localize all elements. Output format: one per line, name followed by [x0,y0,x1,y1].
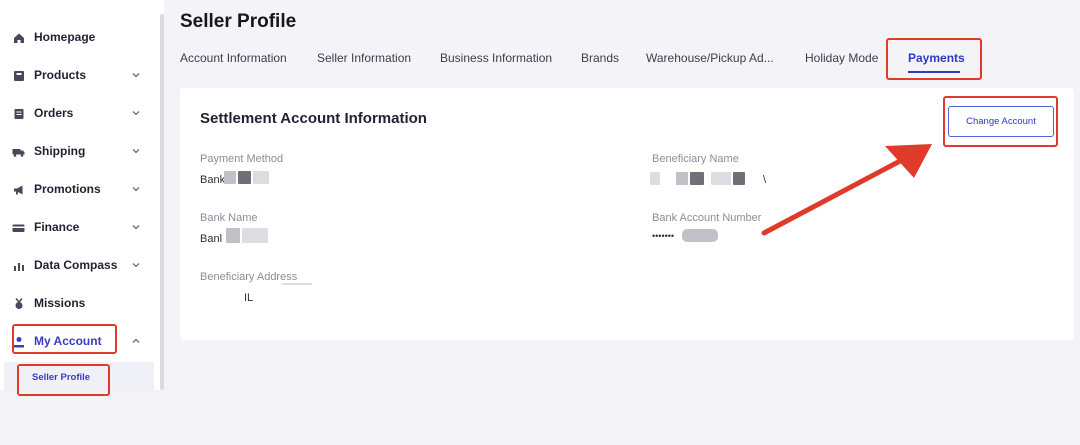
sidebar-item-data-compass[interactable]: Data Compass [0,248,156,282]
tab-holiday-mode[interactable]: Holiday Mode [805,51,878,65]
settlement-account-card: Settlement Account Information Change Ac… [180,88,1074,340]
bank-account-number-label: Bank Account Number [652,212,762,224]
sidebar-item-finance[interactable]: Finance [0,210,156,244]
beneficiary-address-label: Beneficiary Address [200,271,298,283]
app-root: Homepage Products Orders Shipping Promot… [0,0,1080,445]
bank-name-value: Banl [200,233,223,245]
sidebar: Homepage Products Orders Shipping Promot… [0,0,164,392]
bank-name-label: Bank Name [200,212,258,224]
card-title: Settlement Account Information [200,110,427,127]
beneficiary-address-value: IL [244,292,254,304]
sidebar-item-missions[interactable]: Missions [0,286,156,320]
redacted-block [682,229,718,242]
chart-icon [12,259,25,272]
redacted-block [711,172,731,185]
tab-account-information[interactable]: Account Information [180,51,287,65]
redacted-block [253,171,269,184]
tab-seller-information[interactable]: Seller Information [317,51,411,65]
chevron-down-icon[interactable] [130,221,142,233]
redacted-block [226,228,240,243]
chevron-up-icon[interactable] [130,335,142,347]
sidebar-item-label: Orders [34,106,74,120]
chevron-down-icon[interactable] [130,259,142,271]
change-account-button[interactable]: Change Account [948,106,1054,137]
payment-method-value: Bank [200,174,226,186]
beneficiary-name-label: Beneficiary Name [652,153,739,165]
medal-icon [12,297,25,310]
redacted-block [650,172,660,185]
truck-icon [12,145,25,158]
beneficiary-name-value: \ [763,174,767,186]
sidebar-scrollbar[interactable] [160,14,164,390]
page-title: Seller Profile [180,11,297,32]
sidebar-item-products[interactable]: Products [0,58,156,92]
tab-brands[interactable]: Brands [581,51,619,65]
redacted-block [242,228,268,243]
profile-tabs: Account Information Seller Information B… [180,50,1060,74]
sidebar-item-homepage[interactable]: Homepage [0,20,156,54]
chevron-down-icon[interactable] [130,107,142,119]
redacted-block [690,172,704,185]
sidebar-item-label: Shipping [34,144,86,158]
sidebar-item-label: Data Compass [34,258,118,272]
tab-business-information[interactable]: Business Information [440,51,552,65]
card-icon [12,221,25,234]
sidebar-item-shipping[interactable]: Shipping [0,134,156,168]
active-tab-indicator [908,71,960,73]
sidebar-subitem-label: Seller Profile [32,372,91,383]
tab-payments[interactable]: Payments [908,51,965,65]
bank-account-number-value: ••••••• [652,231,675,241]
orders-icon [12,107,25,120]
sidebar-item-label: My Account [34,334,102,348]
chevron-down-icon[interactable] [130,183,142,195]
redacted-block [238,171,251,184]
sidebar-item-label: Promotions [34,182,101,196]
chevron-down-icon[interactable] [130,145,142,157]
sidebar-subitem-seller-profile[interactable]: Seller Profile [4,362,154,392]
sidebar-item-promotions[interactable]: Promotions [0,172,156,206]
sidebar-item-my-account[interactable]: My Account [0,324,156,358]
sidebar-item-label: Missions [34,296,86,310]
chevron-down-icon[interactable] [130,69,142,81]
redacted-block [224,171,236,184]
sidebar-item-label: Finance [34,220,80,234]
sidebar-item-orders[interactable]: Orders [0,96,156,130]
sidebar-item-label: Homepage [34,30,96,44]
user-icon [12,335,25,348]
sidebar-item-label: Products [34,68,87,82]
redacted-block [676,172,688,185]
redacted-block [733,172,745,185]
products-icon [12,69,25,82]
redacted-block [282,283,312,285]
home-icon [12,31,25,44]
megaphone-icon [12,183,25,196]
tab-warehouse-pickup[interactable]: Warehouse/Pickup Ad... [646,51,774,65]
payment-method-label: Payment Method [200,153,284,165]
